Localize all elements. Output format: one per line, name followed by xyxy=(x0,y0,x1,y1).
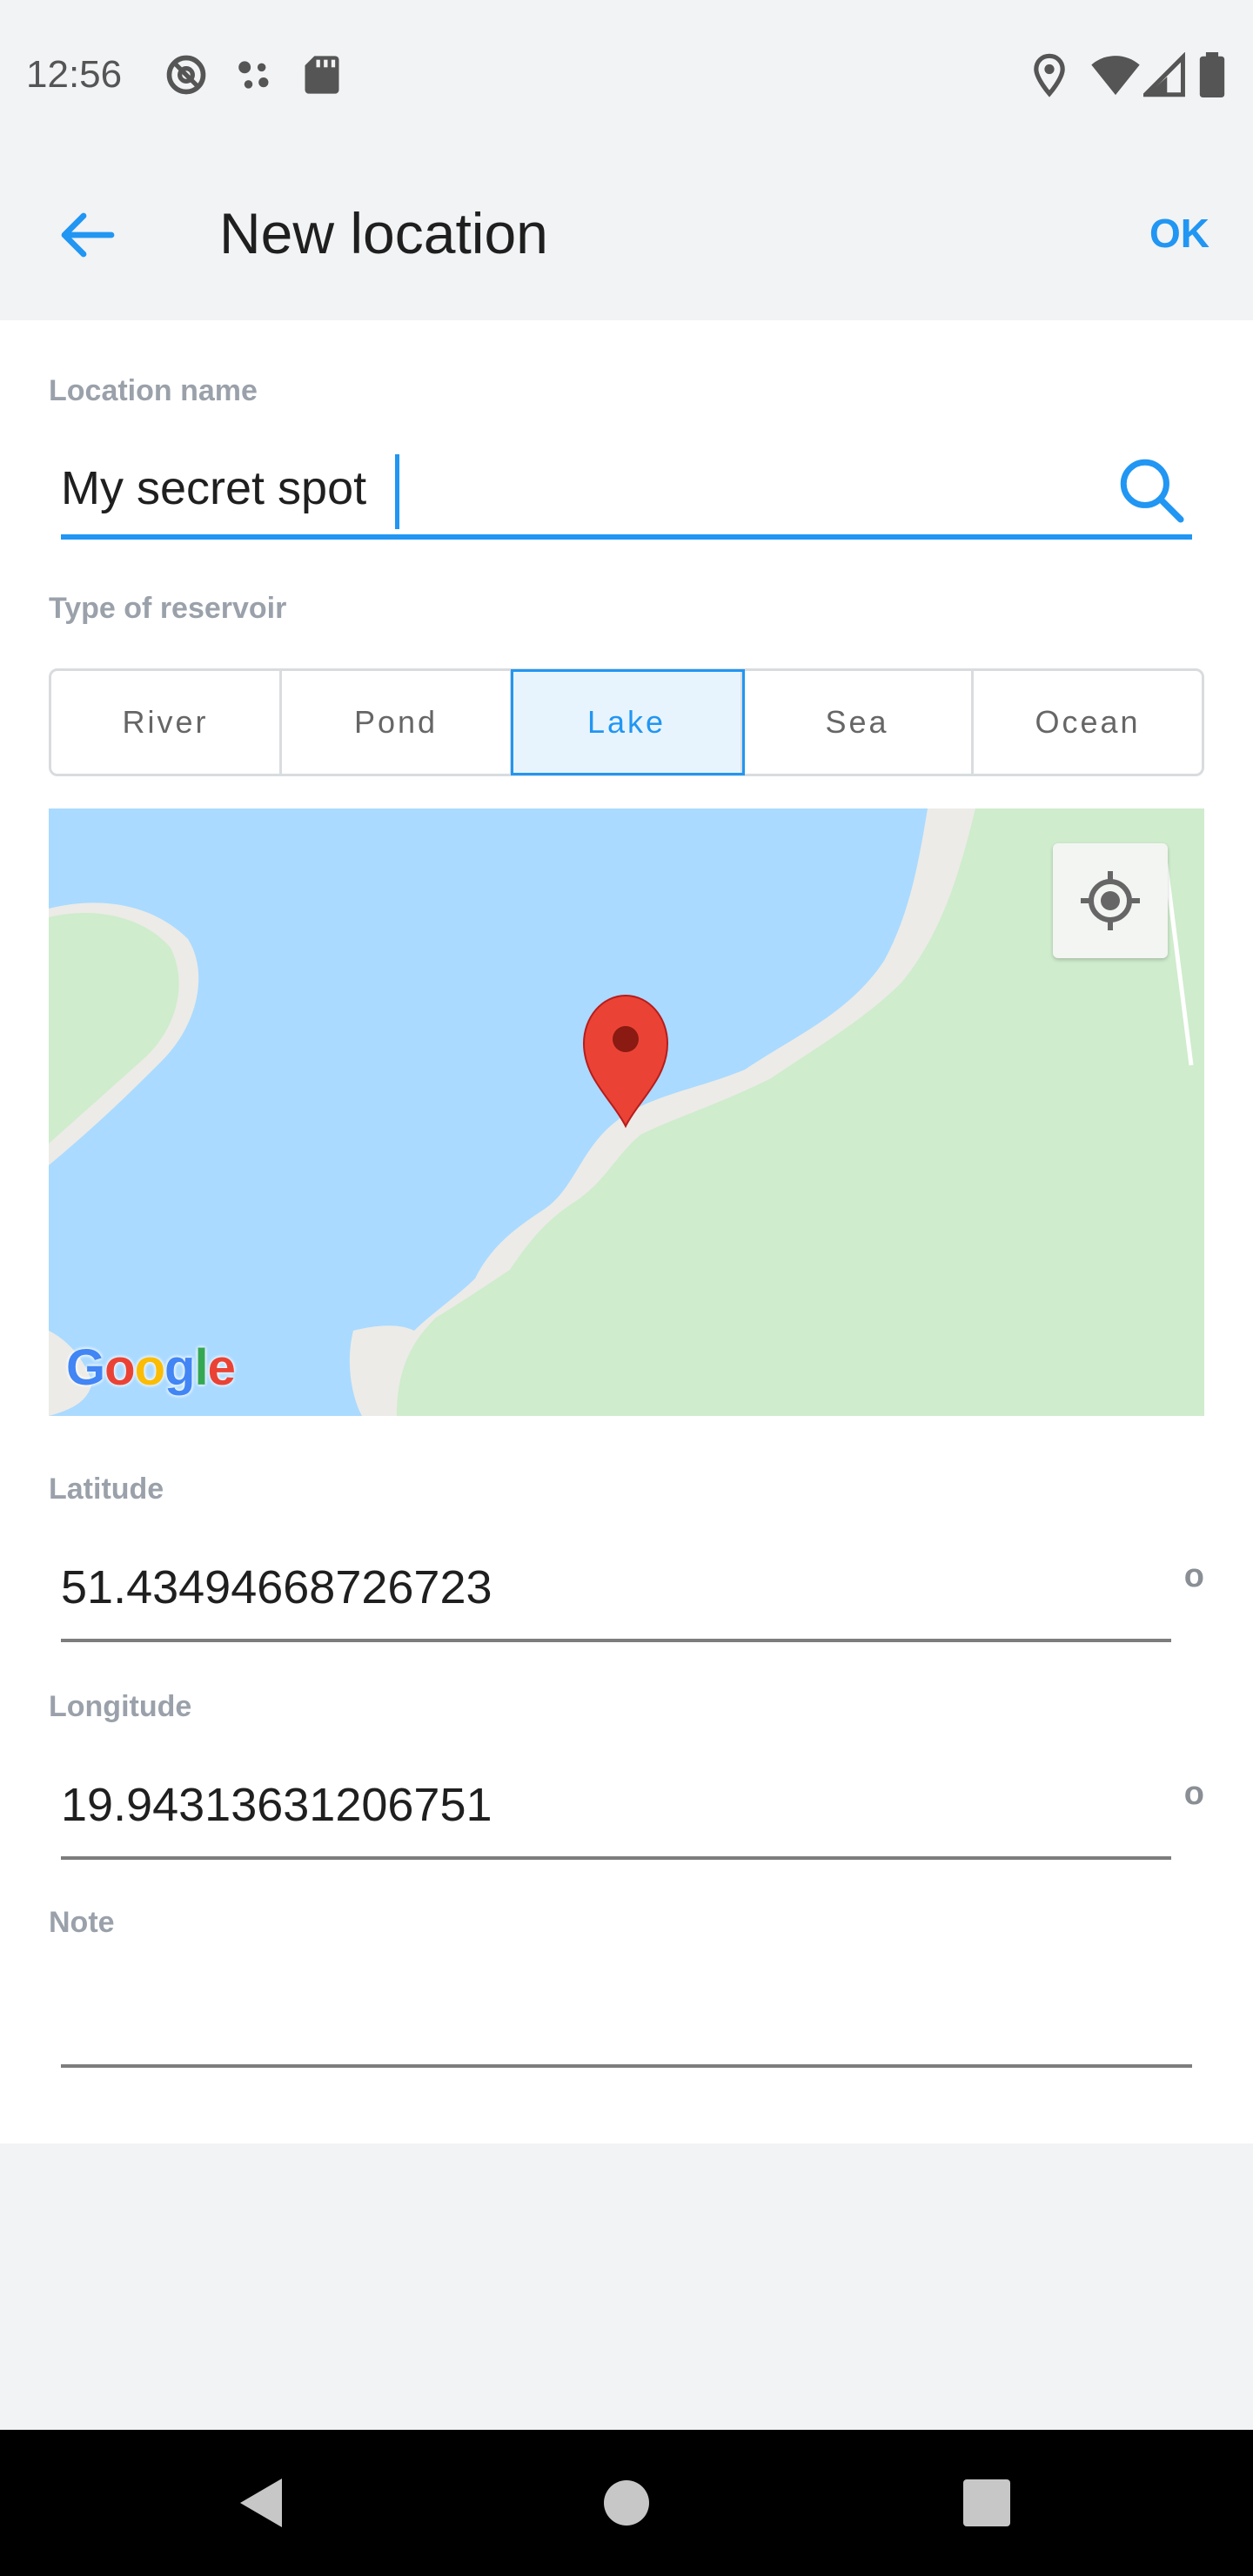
note-label: Note xyxy=(49,1906,115,1939)
nav-home-icon xyxy=(604,2480,649,2526)
nav-back-icon xyxy=(240,2479,282,2527)
my-location-button[interactable] xyxy=(1053,843,1168,958)
reservoir-type-selector: River Pond Lake Sea Ocean xyxy=(49,668,1204,776)
system-nav-bar xyxy=(0,2430,1253,2576)
signal-icon xyxy=(1140,51,1187,102)
nav-home-button[interactable] xyxy=(592,2468,661,2538)
longitude-input[interactable] xyxy=(61,1766,1105,1844)
nav-recents-button[interactable] xyxy=(952,2468,1022,2538)
note-input[interactable] xyxy=(61,1974,1192,2052)
latitude-field[interactable] xyxy=(61,1536,1171,1642)
back-button[interactable] xyxy=(44,191,131,278)
longitude-field[interactable] xyxy=(61,1754,1171,1860)
assistant-dots-icon xyxy=(231,52,277,102)
nav-recents-icon xyxy=(963,2479,1010,2526)
location-form: Location name Type of reservoir River Po… xyxy=(0,320,1253,2143)
reservoir-option-pond[interactable]: Pond xyxy=(282,671,513,774)
latitude-input[interactable] xyxy=(61,1548,1105,1627)
map-terrain xyxy=(49,808,1204,1416)
longitude-degree-unit: o xyxy=(1183,1775,1204,1812)
location-name-label: Location name xyxy=(49,374,258,407)
text-caret xyxy=(395,454,399,529)
location-name-input[interactable] xyxy=(61,449,1088,527)
sd-card-icon xyxy=(299,52,345,102)
status-bar: 12:56 xyxy=(0,0,1253,148)
google-logo: Google xyxy=(66,1339,236,1396)
reservoir-option-lake[interactable]: Lake xyxy=(511,669,745,775)
at-sign-icon xyxy=(164,52,209,102)
note-field[interactable] xyxy=(61,1956,1192,2068)
app-bar: New location OK xyxy=(0,148,1253,320)
battery-icon xyxy=(1197,52,1227,102)
page-title: New location xyxy=(219,201,548,265)
map-view[interactable]: Google xyxy=(49,808,1204,1416)
latitude-label: Latitude xyxy=(49,1472,164,1506)
reservoir-option-river[interactable]: River xyxy=(51,671,282,774)
wifi-icon xyxy=(1089,52,1142,102)
reservoir-type-label: Type of reservoir xyxy=(49,592,287,625)
nav-back-button[interactable] xyxy=(226,2468,296,2538)
search-button[interactable] xyxy=(1109,447,1192,531)
search-icon xyxy=(1120,459,1184,523)
location-pin-icon xyxy=(1027,52,1072,102)
reservoir-option-ocean[interactable]: Ocean xyxy=(974,671,1202,774)
ok-button[interactable]: OK xyxy=(1149,202,1209,265)
status-time: 12:56 xyxy=(26,53,123,96)
arrow-back-icon xyxy=(61,212,115,258)
my-location-icon xyxy=(1081,871,1140,930)
latitude-degree-unit: o xyxy=(1183,1558,1204,1594)
reservoir-option-sea[interactable]: Sea xyxy=(743,671,974,774)
longitude-label: Longitude xyxy=(49,1690,192,1723)
location-name-field[interactable] xyxy=(61,442,1192,540)
